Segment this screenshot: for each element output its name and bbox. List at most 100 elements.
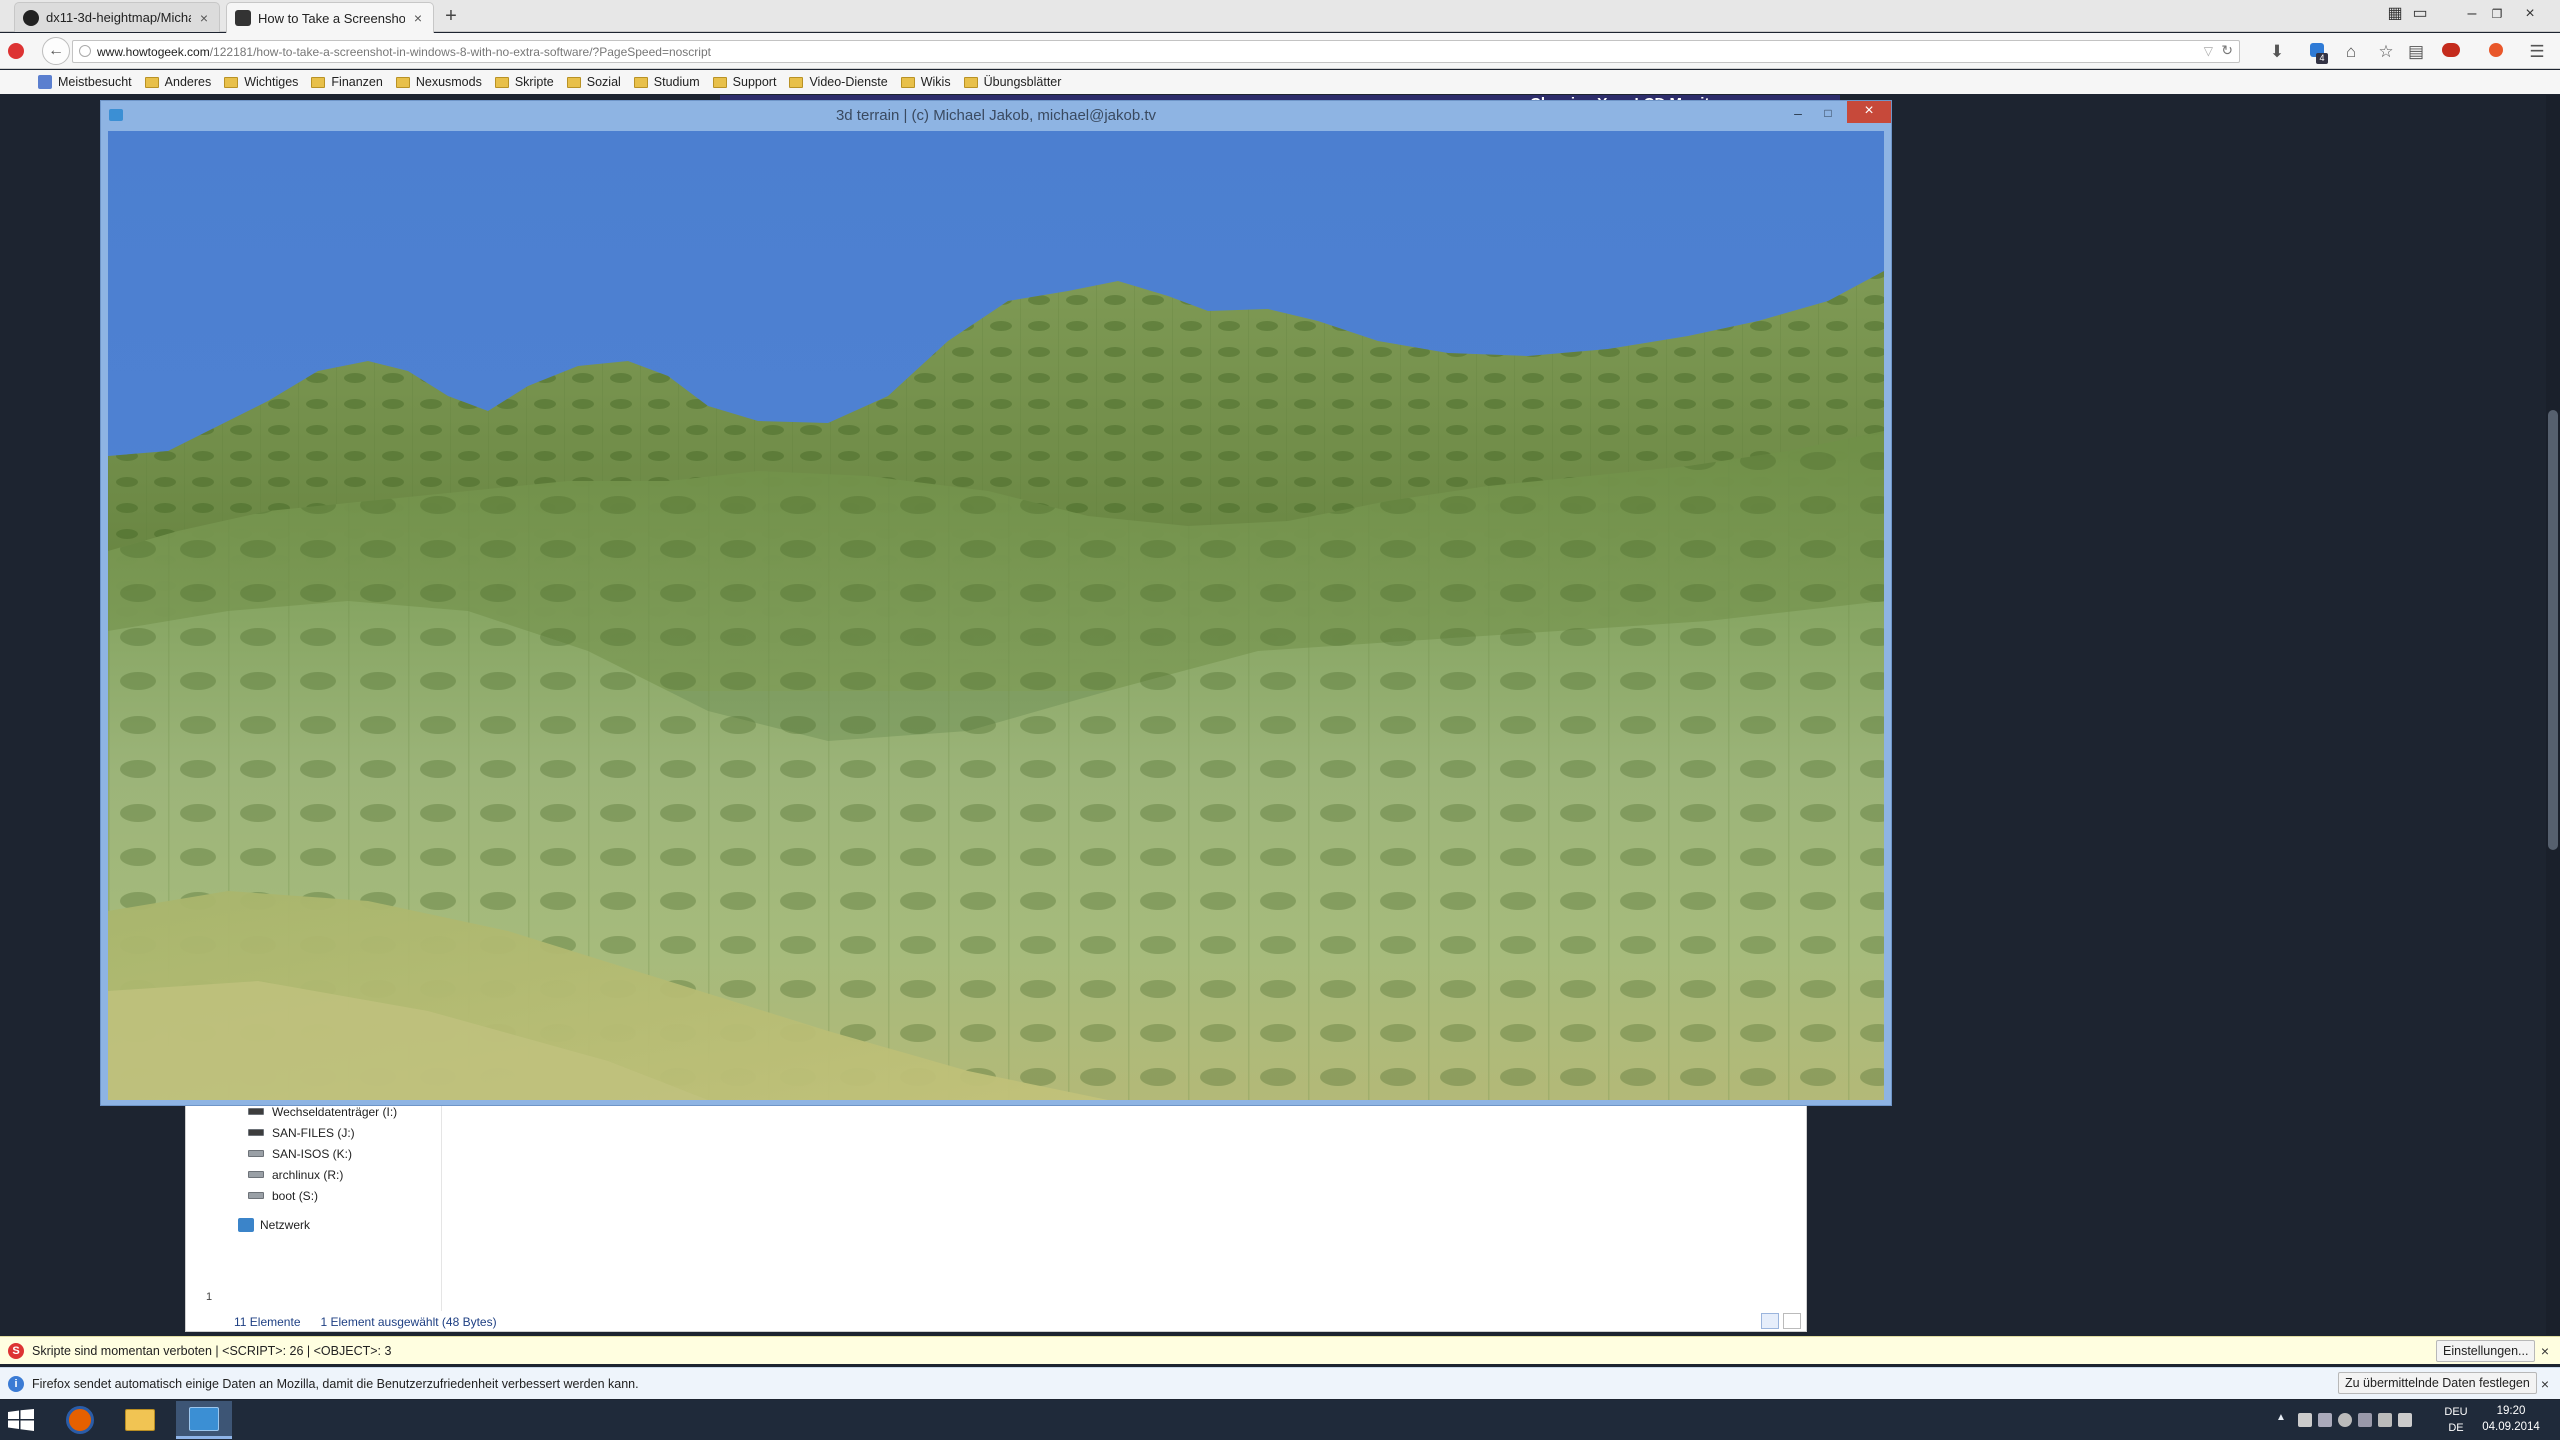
close-icon[interactable]: × xyxy=(2538,1376,2552,1392)
show-hidden-icons-icon[interactable]: ▲ xyxy=(2276,1412,2286,1423)
download-icon[interactable]: ⬇ xyxy=(2266,41,2288,63)
restore-icon[interactable]: ❐ xyxy=(2485,2,2509,26)
explorer-status-bar: 11 Elemente 1 Element ausgewählt (48 Byt… xyxy=(234,1315,497,1329)
close-icon[interactable]: × xyxy=(197,10,211,26)
window-list-icon[interactable]: ▭ xyxy=(2408,2,2432,26)
folder-icon xyxy=(633,76,648,88)
url-path: /122181/how-to-take-a-screenshot-in-wind… xyxy=(209,44,711,59)
folder-icon xyxy=(900,76,915,88)
selection-info: 1 Element ausgewählt (48 Bytes) xyxy=(320,1315,497,1329)
bookmark-folder[interactable]: Skripte xyxy=(494,75,554,89)
terrain-window[interactable]: 3d terrain | (c) Michael Jakob, michael@… xyxy=(100,100,1892,1106)
drive-icon xyxy=(248,1108,264,1115)
tray-app-icon[interactable] xyxy=(2358,1413,2372,1427)
folder-icon xyxy=(494,76,509,88)
menu-icon[interactable]: ☰ xyxy=(2526,41,2548,63)
keyboard-layout-indicator[interactable]: DE xyxy=(2436,1422,2476,1434)
bookmark-star-icon[interactable]: ☆ xyxy=(2375,41,2397,63)
file-explorer-window: Wechseldatenträger (I:) SAN-FILES (J:) S… xyxy=(185,1100,1807,1332)
url-bar[interactable]: www.howtogeek.com/122181/how-to-take-a-s… xyxy=(72,40,2240,63)
dropdown-icon[interactable]: ▽ xyxy=(2204,44,2213,58)
start-button[interactable] xyxy=(8,1409,34,1431)
bookmark-label: Support xyxy=(732,75,777,89)
drive-item[interactable]: archlinux (R:) xyxy=(216,1164,441,1185)
maximize-button[interactable]: □ xyxy=(1813,103,1843,125)
home-icon[interactable]: ⌂ xyxy=(2340,41,2362,63)
bookmark-icon xyxy=(38,75,52,89)
tab-github[interactable]: dx11-3d-heightmap/Micha... × xyxy=(14,2,220,32)
folder-icon xyxy=(963,76,978,88)
bookmark-folder[interactable]: Sozial xyxy=(566,75,621,89)
tab-groups-icon[interactable]: ▦ xyxy=(2383,2,2407,26)
reload-icon[interactable]: ↻ xyxy=(2221,42,2233,59)
clock-date[interactable]: 04.09.2014 xyxy=(2476,1421,2546,1433)
close-icon[interactable]: × xyxy=(2538,1343,2552,1359)
new-tab-button[interactable]: + xyxy=(440,6,462,28)
bookmark-meistbesucht[interactable]: Meistbesucht xyxy=(38,75,132,89)
drive-label: archlinux (R:) xyxy=(272,1167,344,1182)
adblock-icon[interactable] xyxy=(2440,41,2462,63)
close-window-icon[interactable]: × xyxy=(2518,2,2542,26)
drive-label: SAN-ISOS (K:) xyxy=(272,1146,353,1161)
htg-icon xyxy=(235,10,251,26)
ghostery-icon[interactable] xyxy=(2485,41,2507,63)
telemetry-notification-bar: i Firefox sendet automatisch einige Date… xyxy=(0,1367,2560,1399)
bookmark-folder[interactable]: Nexusmods xyxy=(395,75,482,89)
close-icon[interactable]: × xyxy=(411,10,425,26)
taskbar-terrain-app[interactable] xyxy=(176,1401,232,1439)
noscript-icon[interactable] xyxy=(8,43,24,59)
info-icon: i xyxy=(8,1375,24,1392)
scrollbar-thumb[interactable] xyxy=(2548,410,2558,850)
bookmark-folder[interactable]: Studium xyxy=(633,75,700,89)
minimize-icon[interactable]: – xyxy=(2460,2,2484,26)
close-button[interactable]: × xyxy=(1847,101,1891,123)
bookmark-label: Sozial xyxy=(586,75,621,89)
bookmark-label: Studium xyxy=(653,75,700,89)
bookmarks-toolbar: Meistbesucht Anderes Wichtiges Finanzen … xyxy=(0,70,2560,94)
settings-button[interactable]: Einstellungen... xyxy=(2436,1340,2536,1362)
bookmark-folder[interactable]: Wikis xyxy=(900,75,951,89)
large-icons-view-button[interactable] xyxy=(1783,1313,1801,1329)
gog-icon[interactable] xyxy=(2338,1413,2352,1427)
minimize-button[interactable]: – xyxy=(1783,103,1813,125)
folder-icon xyxy=(144,76,159,88)
network-tray-icon[interactable] xyxy=(2378,1413,2392,1427)
drive-item[interactable]: SAN-ISOS (K:) xyxy=(216,1143,441,1164)
addon-badge: 4 xyxy=(2316,53,2328,64)
folder-icon xyxy=(712,76,727,88)
bookmark-folder[interactable]: Übungsblätter xyxy=(963,75,1061,89)
folder-icon xyxy=(395,76,410,88)
tray-app-icon[interactable] xyxy=(2318,1413,2332,1427)
terrain-viewport[interactable] xyxy=(108,131,1884,1100)
bookmark-folder[interactable]: Wichtiges xyxy=(224,75,298,89)
bookmark-folder[interactable]: Finanzen xyxy=(311,75,383,89)
noscript-icon: S xyxy=(8,1342,24,1359)
taskbar-firefox[interactable] xyxy=(52,1401,108,1439)
reading-list-icon[interactable]: ▤ xyxy=(2405,41,2427,63)
volume-icon[interactable] xyxy=(2398,1413,2412,1427)
steam-icon[interactable] xyxy=(2298,1413,2312,1427)
bookmark-folder[interactable]: Support xyxy=(712,75,777,89)
back-button[interactable]: ← xyxy=(42,37,70,65)
bookmark-folder[interactable]: Anderes xyxy=(144,75,211,89)
site-identity-icon[interactable] xyxy=(79,45,91,57)
folder-icon xyxy=(311,76,326,88)
clock-time[interactable]: 19:20 xyxy=(2476,1405,2546,1417)
folder-icon xyxy=(125,1409,155,1431)
url-host: www.howtogeek.com xyxy=(97,44,210,59)
bookmark-folder[interactable]: Video-Dienste xyxy=(789,75,888,89)
language-indicator[interactable]: DEU xyxy=(2436,1406,2476,1418)
drive-item[interactable]: boot (S:) xyxy=(216,1185,441,1206)
browser-tab-bar: dx11-3d-heightmap/Micha... × How to Take… xyxy=(0,0,2560,33)
folder-icon xyxy=(566,76,581,88)
network-item[interactable]: Netzwerk xyxy=(216,1214,441,1236)
script-block-message: Skripte sind momentan verboten | <SCRIPT… xyxy=(32,1343,392,1358)
taskbar-explorer[interactable] xyxy=(112,1401,168,1439)
system-tray: ▲ DEU DE 19:20 04.09.2014 xyxy=(2270,1400,2560,1440)
choose-data-button[interactable]: Zu übermittelnde Daten festlegen xyxy=(2338,1372,2537,1394)
windows-taskbar: ▲ DEU DE 19:20 04.09.2014 xyxy=(0,1400,2560,1440)
bookmark-label: Skripte xyxy=(514,75,554,89)
drive-item[interactable]: SAN-FILES (J:) xyxy=(216,1122,441,1143)
details-view-button[interactable] xyxy=(1761,1313,1779,1329)
tab-howtogeek[interactable]: How to Take a Screenshot i... × xyxy=(226,2,434,33)
